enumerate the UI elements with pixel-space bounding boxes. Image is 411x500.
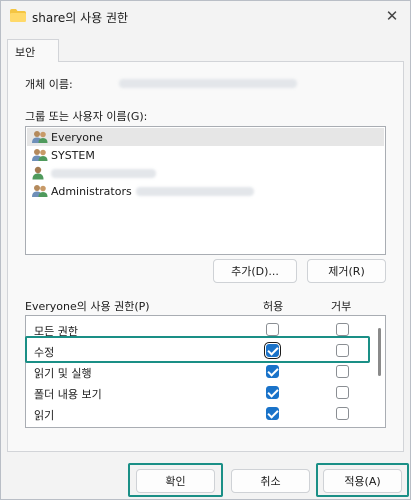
perm-row-read-execute: 읽기 및 실행 (26, 362, 372, 382)
user-icon (32, 166, 44, 180)
deny-checkbox-read[interactable] (336, 407, 349, 420)
perm-name: 폴더 내용 보기 (34, 388, 102, 401)
redacted-domain-name (135, 186, 254, 196)
window-title: share의 사용 권한 (32, 11, 129, 25)
redacted-user-name (51, 168, 156, 178)
perm-name: 읽기 (34, 409, 55, 422)
permissions-list: 모든 권한 수정 읽기 및 실행 폴더 내용 보기 읽기 (25, 315, 386, 428)
highlight-modify-row (25, 336, 370, 363)
allow-header: 허용 (263, 300, 284, 313)
allow-checkbox-full-control[interactable] (266, 323, 279, 336)
list-item-user[interactable] (27, 164, 384, 182)
tab-security[interactable]: 보안 (7, 39, 59, 62)
perm-row-list-folder: 폴더 내용 보기 (26, 383, 372, 403)
object-name-value (119, 79, 297, 88)
folder-icon (10, 9, 26, 22)
allow-checkbox-read[interactable] (266, 407, 279, 420)
list-item-administrators[interactable]: Administrators (27, 182, 384, 200)
cancel-button[interactable]: 취소 (231, 469, 310, 493)
deny-checkbox-full-control[interactable] (336, 323, 349, 336)
object-name-label: 개체 이름: (25, 78, 73, 91)
group-user-label: 그룹 또는 사용자 이름(G): (25, 110, 148, 123)
highlight-apply-button (316, 463, 409, 497)
group-users-icon (32, 131, 48, 143)
highlight-ok-button (128, 463, 223, 497)
group-users-icon (32, 185, 48, 197)
close-icon: ✕ (385, 7, 399, 25)
scrollbar-thumb[interactable] (378, 328, 381, 376)
perm-name: 읽기 및 실행 (34, 367, 92, 380)
deny-checkbox-list-folder[interactable] (336, 386, 349, 399)
add-button[interactable]: 추가(D)... (213, 259, 297, 283)
close-button[interactable]: ✕ (374, 1, 410, 31)
deny-header: 거부 (331, 300, 352, 313)
deny-checkbox-read-execute[interactable] (336, 365, 349, 378)
group-user-list[interactable]: Everyone SYSTEM Administrators (25, 126, 386, 255)
permissions-dialog: share의 사용 권한 ✕ 보안 개체 이름: 그룹 또는 사용자 이름(G)… (0, 0, 411, 500)
list-item-system[interactable]: SYSTEM (27, 146, 384, 164)
list-item-label: Everyone (51, 130, 103, 144)
perm-row-read: 읽기 (26, 404, 372, 424)
title-bar: share의 사용 권한 ✕ (1, 1, 410, 31)
list-item-everyone[interactable]: Everyone (27, 128, 384, 146)
allow-checkbox-list-folder[interactable] (266, 386, 279, 399)
permissions-label: Everyone의 사용 권한(P) (25, 300, 150, 313)
list-item-label: SYSTEM (51, 148, 95, 162)
remove-button[interactable]: 제거(R) (307, 259, 386, 283)
list-item-label: Administrators (51, 184, 132, 198)
allow-checkbox-read-execute[interactable] (266, 365, 279, 378)
group-users-icon (32, 149, 48, 161)
security-panel: 개체 이름: 그룹 또는 사용자 이름(G): Everyone SYSTEM (7, 61, 404, 452)
